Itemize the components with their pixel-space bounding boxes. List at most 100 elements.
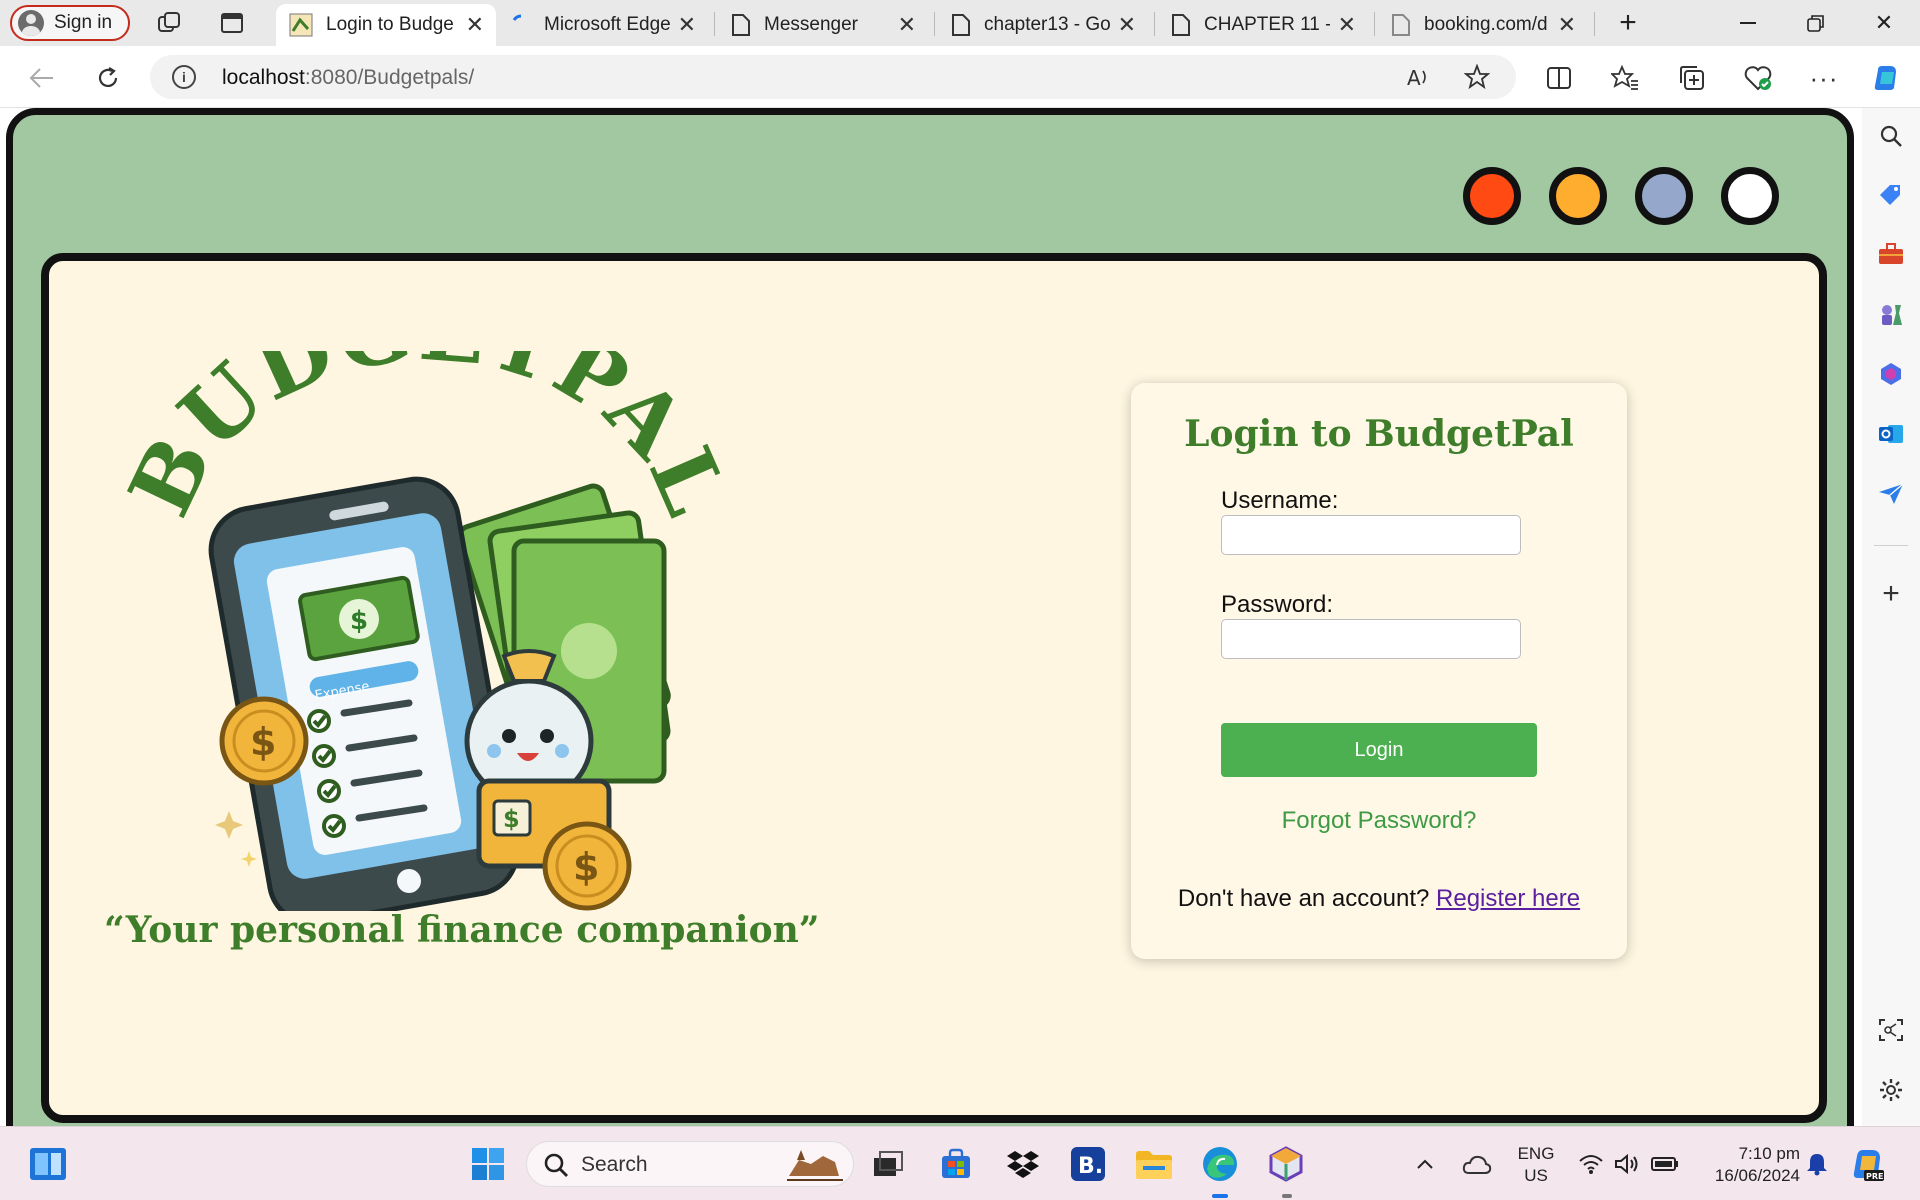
password-input[interactable] bbox=[1221, 619, 1521, 659]
login-title: Login to BudgetPal bbox=[1184, 413, 1574, 455]
add-sidebar-app-icon[interactable]: + bbox=[1877, 577, 1905, 610]
clock-time: 7:10 pm bbox=[1738, 1144, 1800, 1163]
language-indicator[interactable]: ENG US bbox=[1510, 1143, 1562, 1187]
windows-taskbar: Search B. ENG US 7:10 pm 16/06/2024 PRE bbox=[0, 1126, 1920, 1200]
login-button[interactable]: Login bbox=[1221, 723, 1537, 777]
register-prompt: Don't have an account? Register here bbox=[1131, 885, 1627, 913]
register-link[interactable]: Register here bbox=[1436, 885, 1580, 912]
close-window-icon[interactable]: ✕ bbox=[1850, 0, 1918, 46]
more-options-icon[interactable]: ··· bbox=[1806, 60, 1842, 96]
restore-icon[interactable] bbox=[1782, 0, 1850, 46]
theme-dot-blue[interactable] bbox=[1635, 167, 1693, 225]
copilot-icon[interactable] bbox=[1868, 60, 1904, 96]
app-frame: BUDGETPAL bbox=[6, 108, 1854, 1126]
file-explorer-icon[interactable] bbox=[1134, 1144, 1174, 1184]
svg-text:$: $ bbox=[573, 845, 599, 889]
vertical-tabs-icon[interactable] bbox=[217, 8, 247, 38]
address-bar[interactable]: i localhost:8080/Budgetpals/ A bbox=[150, 55, 1516, 99]
profile-button[interactable]: Sign in bbox=[10, 5, 130, 41]
tab-title: chapter13 - Go bbox=[984, 14, 1110, 35]
battery-icon[interactable] bbox=[1648, 1144, 1682, 1184]
screenshot-capture-icon[interactable] bbox=[1877, 1016, 1905, 1044]
microsoft-store-icon[interactable] bbox=[936, 1144, 976, 1184]
wifi-icon[interactable] bbox=[1576, 1144, 1606, 1184]
close-tab-icon[interactable]: ✕ bbox=[678, 12, 696, 38]
microsoft-365-icon[interactable] bbox=[1877, 360, 1905, 388]
tab-microsoft-edge[interactable]: Microsoft Edge ✕ bbox=[498, 4, 708, 46]
close-tab-icon[interactable]: ✕ bbox=[1338, 12, 1356, 38]
theme-dot-red[interactable] bbox=[1463, 167, 1521, 225]
booking-app-icon[interactable]: B. bbox=[1068, 1144, 1108, 1184]
tab-title: CHAPTER 11 - bbox=[1204, 14, 1330, 35]
lang-primary: ENG bbox=[1517, 1144, 1555, 1163]
theme-dot-orange[interactable] bbox=[1549, 167, 1607, 225]
edge-browser-icon[interactable] bbox=[1200, 1144, 1240, 1184]
svg-text:$: $ bbox=[250, 720, 276, 764]
send-paper-plane-icon[interactable] bbox=[1877, 480, 1905, 508]
tab-chapter11[interactable]: CHAPTER 11 - ✕ bbox=[1158, 4, 1368, 46]
page-icon bbox=[1392, 14, 1410, 36]
favorite-star-icon[interactable] bbox=[1463, 63, 1491, 95]
favorites-icon[interactable] bbox=[1607, 60, 1643, 96]
tab-title: Login to Budge bbox=[326, 14, 454, 35]
browser-essentials-icon[interactable] bbox=[1740, 60, 1776, 96]
loading-spinner-icon bbox=[512, 14, 522, 21]
minimize-icon[interactable] bbox=[1714, 0, 1782, 46]
svg-text:B.: B. bbox=[1078, 1154, 1103, 1179]
search-label: Search bbox=[581, 1153, 648, 1176]
games-chess-icon[interactable] bbox=[1877, 300, 1905, 328]
settings-gear-icon[interactable] bbox=[1877, 1076, 1905, 1104]
forgot-password-link[interactable]: Forgot Password? bbox=[1131, 807, 1627, 835]
close-tab-icon[interactable]: ✕ bbox=[466, 12, 484, 38]
tab-messenger[interactable]: Messenger ✕ bbox=[718, 4, 928, 46]
dropbox-icon[interactable] bbox=[1003, 1144, 1043, 1184]
notification-bell-icon[interactable] bbox=[1802, 1144, 1832, 1184]
collections-icon[interactable] bbox=[1674, 60, 1710, 96]
coin-icon: $ bbox=[542, 821, 632, 911]
windows-start-icon[interactable] bbox=[468, 1144, 508, 1184]
copilot-preview-icon[interactable]: PRE bbox=[1848, 1144, 1888, 1184]
tools-briefcase-icon[interactable] bbox=[1877, 240, 1905, 268]
workspaces-icon[interactable] bbox=[154, 8, 184, 38]
avatar-icon bbox=[18, 10, 44, 36]
dev-app-icon[interactable] bbox=[1266, 1144, 1306, 1184]
search-highlight-fox-icon bbox=[783, 1146, 845, 1189]
budgetpal-favicon-icon bbox=[289, 13, 313, 37]
back-icon[interactable] bbox=[24, 60, 60, 96]
clock[interactable]: 7:10 pm 16/06/2024 bbox=[1696, 1143, 1800, 1187]
refresh-icon[interactable] bbox=[90, 60, 126, 96]
onedrive-cloud-icon[interactable] bbox=[1460, 1144, 1494, 1184]
username-input[interactable] bbox=[1221, 515, 1521, 555]
close-tab-icon[interactable]: ✕ bbox=[1558, 12, 1576, 38]
svg-text:PRE: PRE bbox=[1866, 1172, 1884, 1181]
search-icon[interactable] bbox=[1877, 122, 1905, 150]
outlook-icon[interactable] bbox=[1877, 420, 1905, 448]
task-view-icon[interactable] bbox=[868, 1144, 908, 1184]
username-label: Username: bbox=[1221, 487, 1339, 514]
tab-title: Messenger bbox=[764, 14, 858, 35]
url-path: :8080/Budgetpals/ bbox=[304, 66, 475, 89]
close-tab-icon[interactable]: ✕ bbox=[1118, 12, 1136, 38]
read-aloud-icon[interactable]: A bbox=[1406, 65, 1432, 94]
show-hidden-icons-chevron-icon[interactable] bbox=[1410, 1144, 1440, 1184]
page-icon bbox=[732, 14, 750, 36]
tab-strip: Sign in Login to Budge ✕ Microsoft Edge … bbox=[0, 0, 1920, 46]
new-tab-icon[interactable]: + bbox=[1596, 0, 1660, 46]
theme-dots bbox=[1463, 167, 1779, 225]
url-text: localhost:8080/Budgetpals/ bbox=[222, 66, 474, 90]
shopping-tag-icon[interactable] bbox=[1877, 180, 1905, 208]
tab-chapter13[interactable]: chapter13 - Go ✕ bbox=[938, 4, 1148, 46]
site-info-icon[interactable]: i bbox=[172, 65, 196, 89]
close-tab-icon[interactable]: ✕ bbox=[898, 12, 916, 38]
svg-text:$: $ bbox=[503, 805, 520, 833]
clock-date: 16/06/2024 bbox=[1714, 1166, 1800, 1185]
tab-budgetpal[interactable]: Login to Budge ✕ bbox=[276, 4, 496, 46]
lang-secondary: US bbox=[1524, 1166, 1548, 1185]
split-screen-icon[interactable] bbox=[1541, 60, 1577, 96]
taskbar-search-box[interactable]: Search bbox=[526, 1141, 854, 1187]
tab-booking[interactable]: booking.com/d ✕ bbox=[1378, 4, 1588, 46]
theme-dot-white[interactable] bbox=[1721, 167, 1779, 225]
volume-icon[interactable] bbox=[1612, 1144, 1642, 1184]
search-icon bbox=[543, 1152, 569, 1183]
widgets-icon[interactable] bbox=[28, 1144, 68, 1184]
